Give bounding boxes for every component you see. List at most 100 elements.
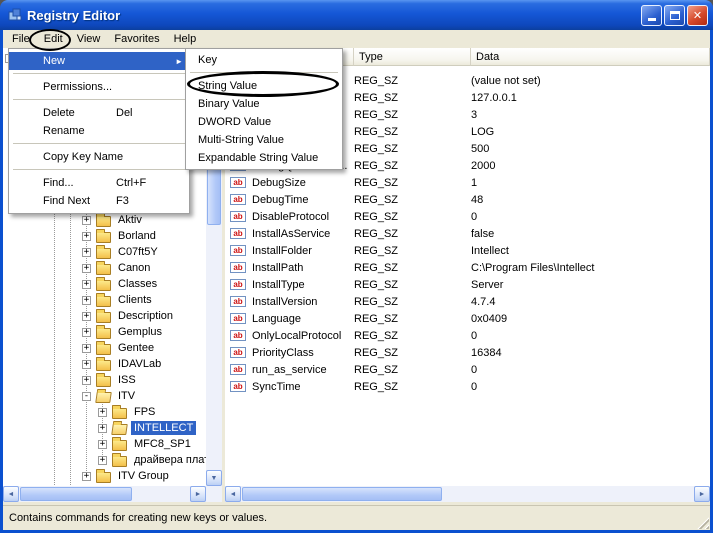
expand-icon[interactable]: +	[98, 456, 107, 465]
menu-item-permissions[interactable]: Permissions...	[9, 78, 189, 96]
expand-icon[interactable]: +	[82, 472, 91, 481]
tree-label: ITV	[115, 389, 138, 403]
value-row[interactable]: abDebugSizeREG_SZ1	[225, 174, 710, 191]
scroll-thumb[interactable]	[20, 487, 132, 501]
value-row[interactable]: abInstallTypeREG_SZServer	[225, 276, 710, 293]
scroll-left-button[interactable]: ◄	[3, 486, 19, 502]
tree-item-fps[interactable]: +FPS	[3, 404, 206, 420]
tree-horizontal-scrollbar[interactable]: ◄ ►	[3, 486, 206, 502]
expand-icon[interactable]: +	[82, 296, 91, 305]
folder-closed-icon	[96, 344, 111, 355]
tree-item-gentee[interactable]: +Gentee	[3, 340, 206, 356]
expand-icon[interactable]: +	[82, 248, 91, 257]
value-type: REG_SZ	[354, 126, 471, 138]
submenu-item-key[interactable]: Key	[186, 51, 342, 69]
value-row[interactable]: abInstallVersionREG_SZ4.7.4	[225, 293, 710, 310]
submenu-item-expandable-string-value[interactable]: Expandable String Value	[186, 149, 342, 167]
value-data: 0x0409	[471, 313, 710, 325]
expand-icon[interactable]: +	[82, 328, 91, 337]
menu-item-delete[interactable]: DeleteDel	[9, 104, 189, 122]
value-name: DisableProtocol	[252, 211, 354, 223]
expand-icon[interactable]: +	[82, 280, 91, 289]
menu-help[interactable]: Help	[167, 31, 204, 47]
value-row[interactable]: abInstallFolderREG_SZIntellect	[225, 242, 710, 259]
menu-item-new[interactable]: New►	[9, 52, 189, 70]
expand-icon[interactable]: +	[82, 264, 91, 273]
expand-icon[interactable]: +	[82, 216, 91, 225]
menu-item-label: Multi-String Value	[198, 134, 284, 146]
tree-item-clients[interactable]: + Clients	[3, 292, 206, 308]
close-button[interactable]: ✕	[687, 5, 708, 26]
resize-grip[interactable]	[696, 516, 709, 529]
value-row[interactable]: abInstallAsServiceREG_SZfalse	[225, 225, 710, 242]
tree-item-drivers[interactable]: +драйвера плат	[3, 452, 206, 468]
menu-view[interactable]: View	[70, 31, 108, 47]
tree-item-borland[interactable]: +Borland	[3, 228, 206, 244]
maximize-button[interactable]	[664, 5, 685, 26]
menu-shortcut: Del	[116, 107, 133, 119]
folder-open-icon	[95, 392, 112, 403]
expand-icon[interactable]: +	[98, 440, 107, 449]
submenu-item-dword-value[interactable]: DWORD Value	[186, 113, 342, 131]
menu-favorites[interactable]: Favorites	[107, 31, 166, 47]
scroll-down-button[interactable]: ▼	[206, 470, 222, 486]
submenu-item-multi-string-value[interactable]: Multi-String Value	[186, 131, 342, 149]
list-horizontal-scrollbar[interactable]: ◄ ►	[225, 486, 710, 502]
expand-icon[interactable]: +	[98, 408, 107, 417]
scroll-right-button[interactable]: ►	[694, 486, 710, 502]
tree-label: Canon	[115, 261, 153, 275]
tree-item-itv[interactable]: - ITV	[3, 388, 206, 404]
value-row[interactable]: abPriorityClassREG_SZ16384	[225, 344, 710, 361]
close-icon: ✕	[693, 9, 702, 22]
value-data: C:\Program Files\Intellect	[471, 262, 710, 274]
tree-item-intellect[interactable]: +INTELLECT	[3, 420, 206, 436]
value-row[interactable]: abLanguageREG_SZ0x0409	[225, 310, 710, 327]
column-header-type[interactable]: Type	[354, 48, 471, 66]
value-row[interactable]: abInstallPathREG_SZC:\Program Files\Inte…	[225, 259, 710, 276]
expand-icon[interactable]: +	[82, 360, 91, 369]
tree-item-idavlab[interactable]: +IDAVLab	[3, 356, 206, 372]
arrow-right-icon: ►	[699, 491, 706, 498]
string-value-icon: ab	[230, 211, 246, 222]
tree-item-classes[interactable]: +Classes	[3, 276, 206, 292]
submenu-item-binary-value[interactable]: Binary Value	[186, 95, 342, 113]
scroll-right-button[interactable]: ►	[190, 486, 206, 502]
scroll-left-button[interactable]: ◄	[225, 486, 241, 502]
menu-item-find-next[interactable]: Find NextF3	[9, 192, 189, 210]
expand-icon[interactable]: +	[82, 312, 91, 321]
scroll-thumb[interactable]	[242, 487, 442, 501]
tree-item-canon[interactable]: + Canon	[3, 260, 206, 276]
tree-item-aktiv[interactable]: +Aktiv	[3, 212, 206, 228]
tree-item-itv-group[interactable]: +ITV Group	[3, 468, 206, 484]
menu-item-copy-key-name[interactable]: Copy Key Name	[9, 148, 189, 166]
value-row[interactable]: abSyncTimeREG_SZ0	[225, 378, 710, 395]
expand-icon[interactable]: +	[82, 344, 91, 353]
minimize-button[interactable]	[641, 5, 662, 26]
client-area: File Edit View Favorites Help - +Aktiv +…	[3, 30, 710, 530]
tree-item-mfc8-sp1[interactable]: +MFC8_SP1	[3, 436, 206, 452]
menu-item-rename[interactable]: Rename	[9, 122, 189, 140]
string-value-icon: ab	[230, 194, 246, 205]
expand-icon[interactable]: +	[82, 376, 91, 385]
tree-item-description[interactable]: +Description	[3, 308, 206, 324]
expand-icon[interactable]: +	[82, 232, 91, 241]
value-row[interactable]: abrun_as_serviceREG_SZ0	[225, 361, 710, 378]
menu-item-find[interactable]: Find...Ctrl+F	[9, 174, 189, 192]
new-submenu: Key String Value Binary Value DWORD Valu…	[185, 48, 343, 170]
value-row[interactable]: abDebugTimeREG_SZ48	[225, 191, 710, 208]
column-header-data[interactable]: Data	[471, 48, 710, 66]
expand-icon[interactable]: +	[98, 424, 107, 433]
value-row[interactable]: abOnlyLocalProtocolREG_SZ0	[225, 327, 710, 344]
tree-label: Clients	[115, 293, 155, 307]
collapse-icon[interactable]: -	[82, 392, 91, 401]
string-value-icon: ab	[230, 177, 246, 188]
tree-item-gemplus[interactable]: +Gemplus	[3, 324, 206, 340]
value-data: 2000	[471, 160, 710, 172]
string-value-icon: ab	[230, 347, 246, 358]
status-text: Contains commands for creating new keys …	[9, 512, 267, 524]
value-type: REG_SZ	[354, 245, 471, 257]
tree-item-c07ft5y[interactable]: +C07ft5Y	[3, 244, 206, 260]
value-row[interactable]: abDisableProtocolREG_SZ0	[225, 208, 710, 225]
tree-item-iss[interactable]: +ISS	[3, 372, 206, 388]
menu-item-label: Find...	[43, 177, 74, 189]
